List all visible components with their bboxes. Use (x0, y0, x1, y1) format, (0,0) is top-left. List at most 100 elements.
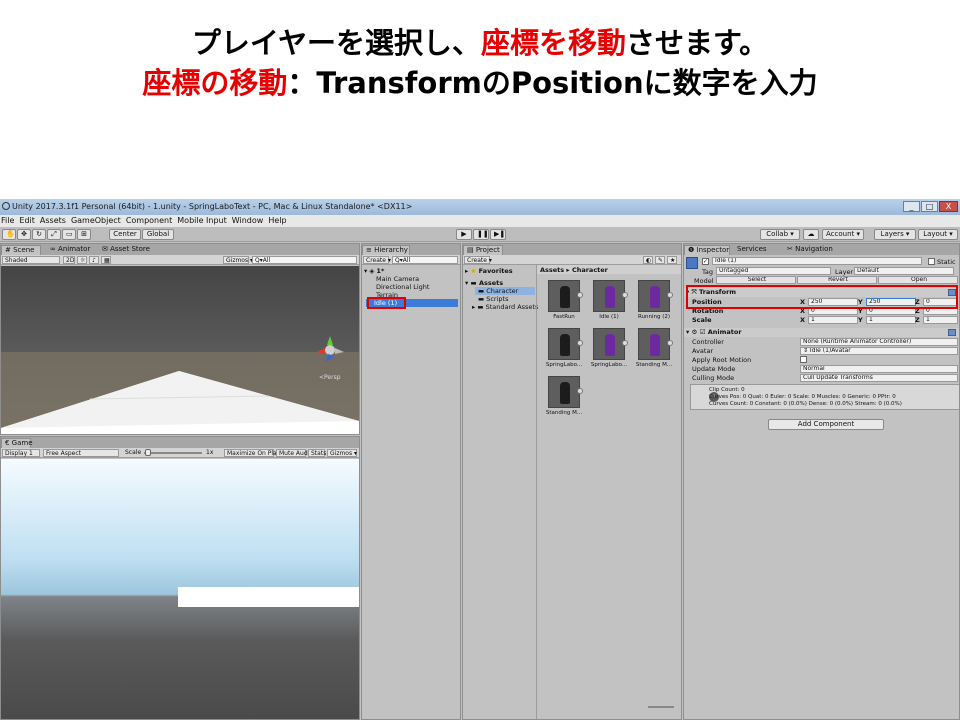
scale-z-input[interactable]: 1 (923, 316, 958, 324)
shading-dropdown[interactable]: Shaded (2, 256, 60, 264)
expand-asset-icon[interactable] (667, 340, 673, 346)
scale-x-input[interactable]: 1 (808, 316, 858, 324)
project-create-button[interactable]: Create ▾ (464, 256, 492, 264)
tab-asset-store[interactable]: ✉ Asset Store (99, 245, 153, 255)
model-revert-button[interactable]: Revert (797, 276, 877, 284)
lighting-toggle-icon[interactable]: ☼ (77, 256, 87, 264)
menu-gameobject[interactable]: GameObject (70, 215, 125, 225)
tab-project[interactable]: ▤ Project (463, 245, 503, 255)
scale-tool-icon[interactable]: ⤢ (47, 229, 61, 240)
tab-game[interactable]: € Game (1, 438, 33, 448)
expand-asset-icon[interactable] (577, 388, 583, 394)
project-breadcrumb[interactable]: Assets ▸ Character (537, 265, 681, 274)
animator-header[interactable]: ▾ ⚙ ☑ Animator (684, 328, 959, 337)
asset-item[interactable]: Standing M... (543, 376, 585, 416)
scene-search-input[interactable]: Q▾All (252, 256, 357, 264)
search-by-type-icon[interactable]: ◐ (643, 256, 653, 264)
scene-orientation-gizmo-icon[interactable] (316, 336, 344, 364)
close-button[interactable]: X (939, 201, 958, 212)
game-gizmos-dropdown[interactable]: Gizmos ▾ (327, 449, 357, 457)
assets-folder[interactable]: ▾ ▬ Assets (465, 279, 503, 287)
scale-slider[interactable] (144, 452, 202, 454)
effects-toggle-icon[interactable]: ▦ (101, 256, 111, 264)
menu-file[interactable]: File (0, 215, 18, 225)
expand-asset-icon[interactable] (667, 292, 673, 298)
tag-dropdown[interactable]: Untagged (716, 267, 831, 275)
expand-arrow-icon[interactable]: ▾ (364, 267, 367, 275)
character-folder[interactable]: ▬ Character (475, 287, 535, 295)
rect-tool-icon[interactable]: ▭ (62, 229, 76, 240)
maximize-button[interactable]: □ (921, 201, 938, 212)
hierarchy-item-main-camera[interactable]: Main Camera (376, 275, 419, 283)
expand-asset-icon[interactable] (577, 292, 583, 298)
tab-inspector[interactable]: ❶ Inspector (684, 245, 730, 255)
hand-tool-icon[interactable]: ✋ (2, 229, 16, 240)
hierarchy-item-directional-light[interactable]: Directional Light (376, 283, 429, 291)
game-viewport[interactable] (1, 459, 359, 719)
expand-asset-icon[interactable] (622, 340, 628, 346)
menu-mobile-input[interactable]: Mobile Input (176, 215, 231, 225)
tab-animator[interactable]: ∞ Animator (47, 245, 93, 255)
menu-assets[interactable]: Assets (39, 215, 70, 225)
scene-root[interactable]: ▾ ◈ 1* (364, 267, 384, 275)
standard-assets-folder[interactable]: ▸ ▬ Standard Assets (472, 303, 538, 311)
scripts-folder[interactable]: ▬ Scripts (478, 295, 508, 303)
tab-services[interactable]: Services (734, 245, 770, 255)
pause-button[interactable]: ❚❚ (473, 229, 489, 240)
project-splitter[interactable] (536, 265, 537, 719)
menu-help[interactable]: Help (267, 215, 290, 225)
controller-field[interactable]: None (Runtime Animator Controller) (800, 338, 958, 346)
object-name-field[interactable]: Idle (1) (712, 257, 922, 265)
gizmos-dropdown[interactable]: Gizmos ▾ (223, 256, 253, 264)
minimize-button[interactable]: _ (903, 201, 920, 212)
perspective-label[interactable]: <Persp (319, 374, 341, 381)
step-button[interactable]: ▶❚ (490, 229, 506, 240)
animator-enabled-checkbox[interactable]: ☑ (700, 328, 706, 336)
hierarchy-create-button[interactable]: Create ▾ (363, 256, 391, 264)
favorite-star-icon[interactable]: ★ (667, 256, 677, 264)
stats-toggle[interactable]: Stats (308, 449, 326, 457)
root-motion-checkbox[interactable] (800, 356, 807, 363)
account-dropdown[interactable]: Account ▾ (822, 229, 864, 240)
tab-hierarchy[interactable]: ≡ Hierarchy (362, 245, 410, 255)
layers-dropdown[interactable]: Layers ▾ (874, 229, 916, 240)
mute-audio-toggle[interactable]: Mute Audio (276, 449, 313, 457)
tab-navigation[interactable]: ✂ Navigation (784, 245, 836, 255)
avatar-field[interactable]: ⇕ Idle (1)Avatar (800, 347, 958, 355)
model-open-button[interactable]: Open (878, 276, 958, 284)
scale-y-input[interactable]: 1 (866, 316, 916, 324)
foldout-arrow-icon[interactable]: ▾ (684, 328, 689, 336)
expand-asset-icon[interactable] (622, 292, 628, 298)
menu-window[interactable]: Window (231, 215, 268, 225)
asset-item[interactable]: SpringLabo... (543, 328, 585, 368)
collab-button[interactable]: Collab ▾ (760, 229, 800, 240)
maximize-on-play-toggle[interactable]: Maximize On Play (224, 449, 280, 457)
active-checkbox[interactable]: ✓ (702, 258, 709, 265)
asset-item[interactable]: Idle (1) (588, 280, 630, 320)
thumbnail-size-slider[interactable] (648, 706, 674, 708)
culling-mode-dropdown[interactable]: Cull Update Transforms (800, 374, 958, 382)
layer-dropdown[interactable]: Default (854, 267, 954, 275)
hierarchy-search-input[interactable]: Q▾All (392, 256, 458, 264)
pivot-center-button[interactable]: Center (109, 229, 141, 240)
add-component-button[interactable]: Add Component (768, 419, 884, 430)
scene-viewport[interactable]: <Persp (1, 266, 359, 434)
play-button[interactable]: ▶ (456, 229, 472, 240)
layout-dropdown[interactable]: Layout ▾ (918, 229, 958, 240)
aspect-dropdown[interactable]: Free Aspect (43, 449, 119, 457)
asset-item[interactable]: Running (2) (633, 280, 675, 320)
audio-toggle-icon[interactable]: ♪ (89, 256, 99, 264)
display-dropdown[interactable]: Display 1 (2, 449, 40, 457)
asset-item[interactable]: FastRun (543, 280, 585, 320)
2d-toggle[interactable]: 2D (63, 256, 75, 264)
expand-asset-icon[interactable] (577, 340, 583, 346)
global-local-button[interactable]: Global (142, 229, 174, 240)
search-by-label-icon[interactable]: ✎ (655, 256, 665, 264)
scale-slider-handle[interactable] (145, 449, 151, 456)
update-mode-dropdown[interactable]: Normal (800, 365, 958, 373)
asset-item[interactable]: SpringLabo... (588, 328, 630, 368)
asset-item[interactable]: Standing M... (633, 328, 675, 368)
static-checkbox[interactable] (928, 258, 935, 265)
model-select-button[interactable]: Select (716, 276, 796, 284)
menu-edit[interactable]: Edit (18, 215, 39, 225)
